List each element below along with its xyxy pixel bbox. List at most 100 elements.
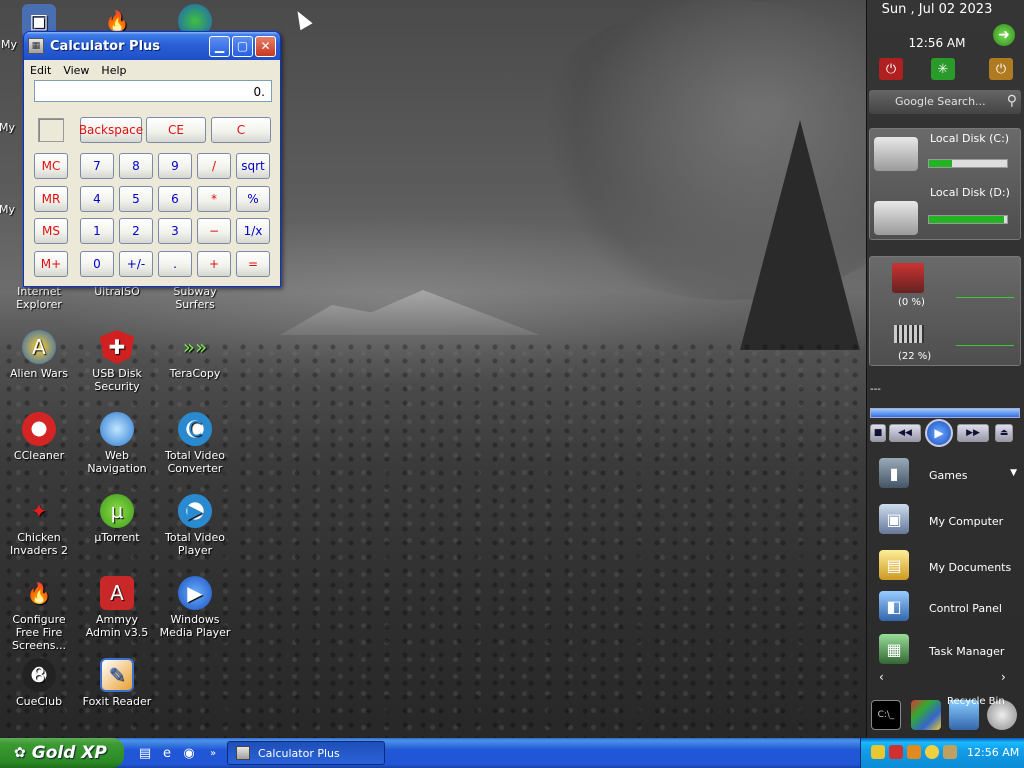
arrow-right-icon[interactable]: ➜	[993, 24, 1015, 46]
mouse-cursor	[291, 7, 313, 31]
mr-button[interactable]: MR	[34, 186, 68, 212]
desktop-icon-label: Windows Media Player	[159, 613, 231, 639]
percent-button[interactable]: %	[236, 186, 270, 212]
start-button[interactable]: ✿ Gold XP	[0, 738, 124, 768]
divide-button[interactable]: /	[197, 153, 231, 179]
digit-7-button[interactable]: 7	[80, 153, 114, 179]
sidebar-link-my-computer[interactable]: ▣ My Computer	[867, 502, 1023, 542]
folder-icon: ▤	[879, 550, 909, 580]
tray-tools-icon[interactable]	[943, 745, 957, 759]
digit-8-button[interactable]: 8	[119, 153, 153, 179]
digit-9-button[interactable]: 9	[158, 153, 192, 179]
desktop-icon-usb-disk-security[interactable]: ✚ USB Disk Security	[78, 330, 156, 393]
desktop-icon-chicken-invaders-2[interactable]: ✦ Chicken Invaders 2	[0, 494, 78, 558]
digit-4-button[interactable]: 4	[80, 186, 114, 212]
desktop-icon-windows-media-player[interactable]: ▶ Windows Media Player	[156, 576, 234, 639]
taskbar-clock: 12:56 AM	[967, 746, 1020, 759]
sidebar-link-my-documents[interactable]: ▤ My Documents	[867, 548, 1023, 588]
sqrt-button[interactable]: sqrt	[236, 153, 270, 179]
desktop-icon-total-video-player[interactable]: ▶ Total Video Player	[156, 494, 234, 557]
desktop-icon-label: Total Video Player	[164, 531, 225, 557]
ms-button[interactable]: MS	[34, 218, 68, 244]
sidebar-link-control-panel[interactable]: ◧ Control Panel	[867, 589, 1023, 629]
close-icon: ✕	[260, 39, 271, 53]
power-off-button[interactable]: ⏻	[879, 58, 903, 80]
previous-button[interactable]: ◀◀	[889, 424, 921, 442]
digit-0-button[interactable]: 0	[80, 251, 114, 277]
ccleaner-icon	[22, 412, 56, 446]
games-icon: ▮	[879, 458, 909, 488]
sidebar-link-label: Task Manager	[929, 645, 1005, 658]
m-plus-button[interactable]: M+	[34, 251, 68, 277]
close-button[interactable]: ✕	[255, 35, 276, 57]
c-button[interactable]: C	[211, 117, 271, 143]
desktop-icon-web-navigation[interactable]: Web Navigation	[78, 412, 156, 475]
digit-2-button[interactable]: 2	[119, 218, 153, 244]
taskbar-window-calculator[interactable]: Calculator Plus	[227, 741, 385, 765]
multiply-button[interactable]: *	[197, 186, 231, 212]
chevron-right-icon[interactable]: ›	[1001, 670, 1006, 684]
desktop-icon-total-video-converter[interactable]: C Total Video Converter	[156, 412, 234, 475]
desktop-icon-configure-free-fire-screensaver[interactable]: 🔥 Configure Free Fire Screens...	[0, 576, 78, 653]
restart-icon: ✳	[937, 61, 949, 77]
add-button[interactable]: +	[197, 251, 231, 277]
menu-help[interactable]: Help	[101, 64, 126, 77]
decimal-button[interactable]: .	[158, 251, 192, 277]
menu-edit[interactable]: Edit	[30, 64, 51, 77]
drive-d-icon	[874, 201, 918, 235]
logoff-button[interactable]: ⏻	[989, 58, 1013, 80]
sidebar-link-games[interactable]: ▮ Games ▼	[867, 456, 1023, 496]
eject-button[interactable]: ⏏	[995, 424, 1013, 442]
maximize-button[interactable]: ▢	[232, 35, 253, 57]
quicklaunch-ie-icon[interactable]: e	[158, 744, 176, 762]
tray-shield-icon[interactable]	[889, 745, 903, 759]
digit-6-button[interactable]: 6	[158, 186, 192, 212]
google-search-input[interactable]: Google Search... ⚲	[869, 90, 1021, 114]
tray-antivirus-icon[interactable]	[907, 745, 921, 759]
calculator-window[interactable]: ▦ Calculator Plus ▁ ▢ ✕ Edit View Help 0…	[23, 31, 281, 287]
menu-view[interactable]: View	[63, 64, 89, 77]
mc-button[interactable]: MC	[34, 153, 68, 179]
stop-button[interactable]: ■	[870, 424, 886, 442]
security-shield-icon[interactable]	[911, 700, 941, 730]
fire-icon: 🔥	[26, 580, 52, 605]
backspace-button[interactable]: Backspace	[79, 117, 143, 143]
reciprocal-button[interactable]: 1/x	[236, 218, 270, 244]
play-button[interactable]: ▶	[925, 419, 953, 447]
desktop-icon-ammyy-admin[interactable]: A Ammyy Admin v3.5	[78, 576, 156, 639]
taskbar: ✿ Gold XP ▤ e ◉ » Calculator Plus 12:56 …	[0, 738, 1024, 768]
calculator-icon: ▦	[28, 38, 44, 54]
desktop-icon-cueclub[interactable]: 8 CueClub	[0, 658, 78, 708]
desktop-icon-alien-wars[interactable]: A Alien Wars	[0, 330, 78, 380]
desktop-icon-teracopy[interactable]: »» TeraCopy	[156, 330, 234, 381]
minimize-button[interactable]: ▁	[209, 35, 230, 57]
tray-network-icon[interactable]	[871, 745, 885, 759]
digit-3-button[interactable]: 3	[158, 218, 192, 244]
digit-1-button[interactable]: 1	[80, 218, 114, 244]
calculator-titlebar[interactable]: ▦ Calculator Plus ▁ ▢ ✕	[24, 32, 280, 60]
digit-5-button[interactable]: 5	[119, 186, 153, 212]
ce-button[interactable]: CE	[146, 117, 206, 143]
desktop-icon-label: Web Navigation	[87, 449, 147, 475]
equals-button[interactable]: =	[236, 251, 270, 277]
sign-button[interactable]: +/-	[119, 251, 153, 277]
restart-button[interactable]: ✳	[931, 58, 955, 80]
media-progress-bar[interactable]	[870, 408, 1020, 418]
next-button[interactable]: ▶▶	[957, 424, 989, 442]
chevron-left-icon[interactable]: ‹	[879, 670, 884, 684]
quicklaunch-folder-icon[interactable]: ▤	[136, 744, 154, 762]
sidebar: Sun , Jul 02 2023 12:56 AM ➜ ⏻ ✳ ⏻ Googl…	[866, 0, 1024, 738]
quicklaunch-more-icon[interactable]: »	[204, 744, 222, 762]
quicklaunch-firefox-icon[interactable]: ◉	[180, 744, 198, 762]
subtract-button[interactable]: −	[197, 218, 231, 244]
recycle-bin-label[interactable]: Recycle Bin	[947, 696, 1019, 707]
command-prompt-icon[interactable]: C:\_	[871, 700, 901, 730]
desktop-icon-foxit-reader[interactable]: ✎ Foxit Reader	[78, 658, 156, 708]
tray-smiley-icon[interactable]	[925, 745, 939, 759]
desktop-icon-utorrent[interactable]: µ µTorrent	[78, 494, 156, 544]
desktop-icon-ccleaner[interactable]: CCleaner	[0, 412, 78, 462]
desktop-icon-internet-explorer[interactable]: Internet Explorer	[0, 285, 78, 311]
calculator-display: 0.	[34, 80, 272, 102]
desktop-icon-subway-surfers[interactable]: Subway Surfers	[156, 285, 234, 311]
sidebar-link-task-manager[interactable]: ▦ Task Manager	[867, 632, 1023, 672]
